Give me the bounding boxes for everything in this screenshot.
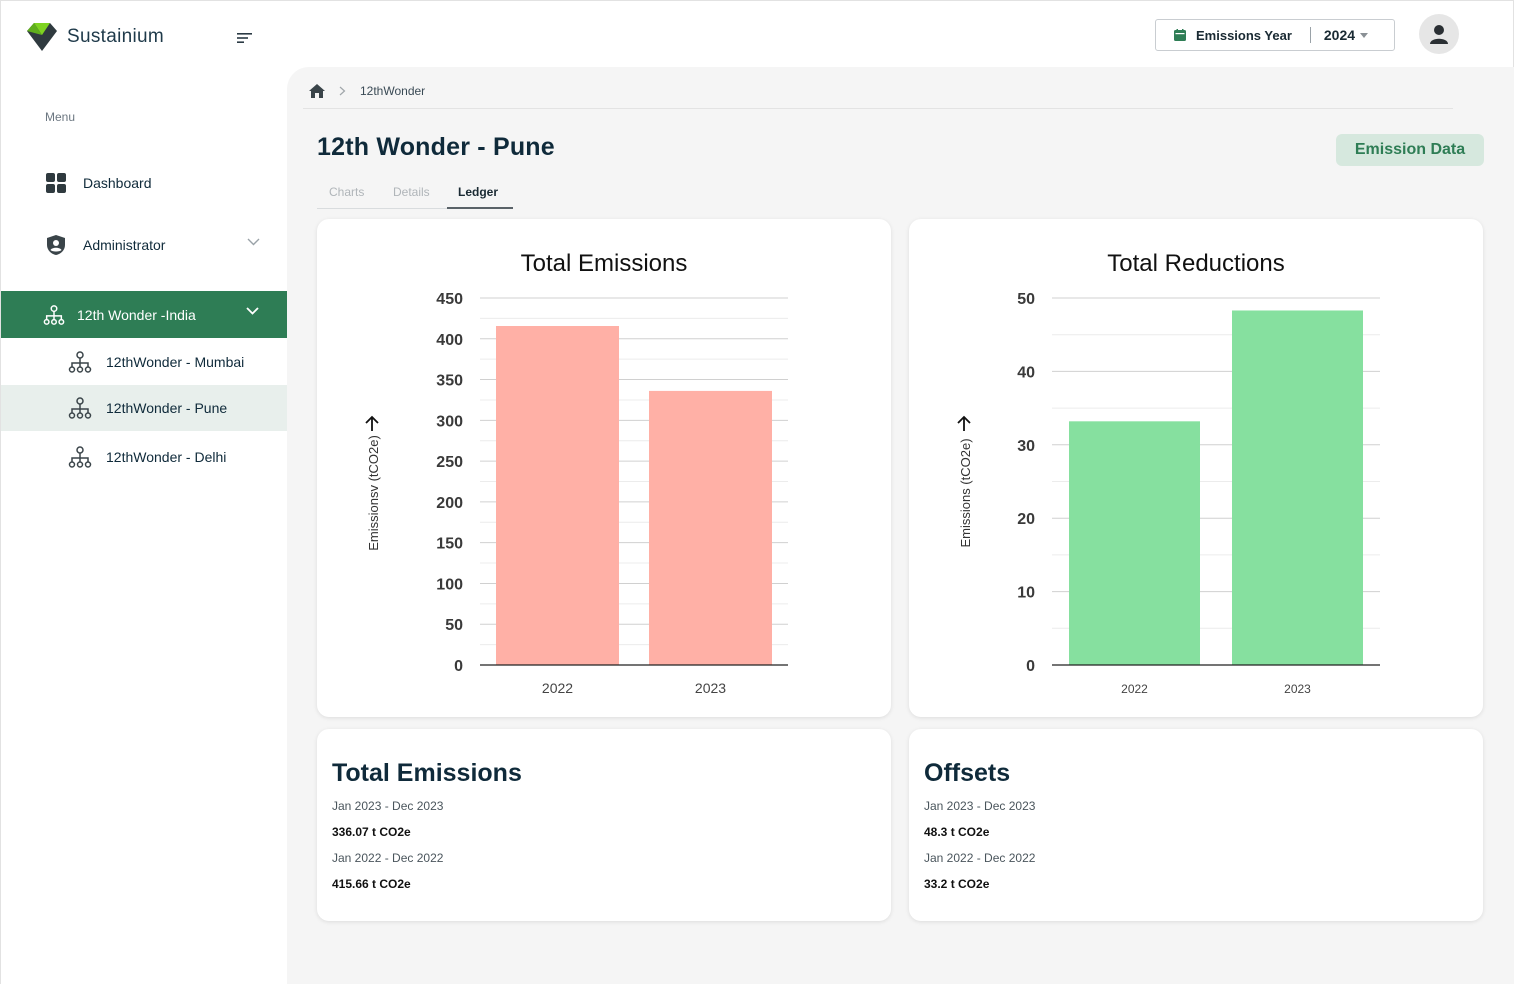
- period-label: Jan 2023 - Dec 2023: [924, 799, 1036, 813]
- y-tick-label: 40: [1017, 364, 1035, 381]
- grid-icon: [45, 172, 67, 194]
- hierarchy-icon: [68, 351, 92, 373]
- y-tick-label: 0: [454, 658, 463, 675]
- x-tick-label: 2022: [1121, 682, 1148, 696]
- tab-bar: Charts Details Ledger: [317, 179, 513, 209]
- arrow-up-icon: [957, 415, 971, 431]
- page-title: 12th Wonder - Pune: [317, 133, 555, 161]
- year-select-label: Emissions Year: [1196, 27, 1292, 43]
- card-title: Offsets: [924, 759, 1011, 787]
- period-label: Jan 2022 - Dec 2022: [332, 851, 444, 865]
- y-tick-label: 50: [1017, 291, 1035, 308]
- tab-details[interactable]: Details: [393, 185, 430, 199]
- sidebar-item-label: 12th Wonder -India: [77, 306, 196, 323]
- total-reductions-chart: Total Reductions 0 10 20 30 40 50 2022 2023 Emiss…: [957, 250, 1380, 696]
- y-tick-label: 100: [436, 576, 463, 593]
- y-tick-label: 300: [436, 413, 463, 430]
- card-title: Total Emissions: [332, 759, 522, 787]
- hierarchy-icon: [68, 446, 92, 468]
- bar-2023: [649, 390, 772, 665]
- tab-ledger[interactable]: Ledger: [458, 185, 498, 199]
- period-value: 336.07 t CO2e: [332, 825, 411, 839]
- y-axis-label: Emissionsv (tCO2e): [366, 435, 381, 551]
- home-icon[interactable]: [309, 84, 325, 98]
- y-tick-label: 50: [445, 617, 463, 634]
- sidebar-item-dashboard[interactable]: Dashboard: [1, 169, 287, 197]
- hierarchy-icon: [68, 397, 92, 419]
- y-tick-label: 400: [436, 332, 463, 349]
- total-reductions-chart-card: Total Reductions 0 10 20 30 40 50 2022 2023 Emiss…: [909, 219, 1483, 717]
- caret-down-icon: [1360, 32, 1369, 38]
- sidebar-item-label: Administrator: [83, 237, 166, 253]
- chevron-right-icon: [339, 86, 346, 96]
- main-content: 12thWonder 12th Wonder - Pune Emission D…: [287, 67, 1514, 984]
- chevron-down-icon: [247, 238, 260, 246]
- period-label: Jan 2022 - Dec 2022: [924, 851, 1036, 865]
- active-tab-indicator: [447, 207, 513, 209]
- sidebar-subitem-label: 12thWonder - Mumbai: [106, 354, 245, 370]
- y-tick-label: 350: [436, 373, 463, 390]
- menu-section-label: Menu: [45, 110, 76, 124]
- menu-toggle-icon[interactable]: [237, 32, 253, 44]
- sidebar-subitem-mumbai[interactable]: 12thWonder - Mumbai: [1, 339, 287, 385]
- y-tick-label: 150: [436, 536, 463, 553]
- app-window: Sustainium Menu Dashboard Administrator …: [0, 0, 1514, 985]
- y-tick-label: 0: [1026, 658, 1035, 675]
- period-label: Jan 2023 - Dec 2023: [332, 799, 444, 813]
- sidebar-subitem-label: 12thWonder - Delhi: [106, 449, 227, 465]
- period-value: 415.66 t CO2e: [332, 877, 411, 891]
- tab-charts[interactable]: Charts: [329, 185, 364, 199]
- calendar-icon: [1174, 29, 1186, 41]
- bar-2022: [1069, 421, 1200, 665]
- arrow-up-icon: [365, 415, 379, 431]
- logo[interactable]: Sustainium: [25, 21, 164, 53]
- x-tick-label: 2023: [1284, 682, 1311, 696]
- y-tick-label: 10: [1017, 585, 1035, 602]
- y-tick-label: 200: [436, 495, 463, 512]
- bar-2022: [496, 326, 619, 665]
- y-axis-label: Emissions (tCO2e): [958, 438, 973, 547]
- sidebar-item-label: Dashboard: [83, 175, 152, 191]
- hierarchy-icon: [43, 304, 65, 326]
- x-tick-label: 2022: [542, 680, 573, 696]
- chart-title: Total Reductions: [1107, 250, 1284, 277]
- user-icon: [1430, 25, 1448, 44]
- emission-data-button[interactable]: Emission Data: [1336, 134, 1484, 166]
- sidebar-subitem-label: 12thWonder - Pune: [106, 400, 228, 416]
- divider: [303, 108, 1453, 109]
- year-select-value: 2024: [1323, 27, 1356, 43]
- divider: [1309, 27, 1311, 43]
- chevron-down-icon: [246, 307, 259, 315]
- y-tick-label: 450: [436, 291, 463, 308]
- y-tick-label: 30: [1017, 438, 1035, 455]
- sidebar-subitem-delhi[interactable]: 12thWonder - Delhi: [1, 434, 287, 480]
- sidebar-item-administrator[interactable]: Administrator: [1, 231, 287, 259]
- sidebar-item-12th-wonder-india[interactable]: 12th Wonder -India: [1, 291, 287, 338]
- bar-2023: [1232, 310, 1363, 665]
- app-name: Sustainium: [67, 26, 164, 47]
- logo-icon: [27, 23, 57, 51]
- emissions-year-select[interactable]: Emissions Year 2024: [1155, 19, 1395, 51]
- y-tick-label: 250: [436, 454, 463, 471]
- period-value: 48.3 t CO2e: [924, 825, 990, 839]
- sidebar: Sustainium Menu Dashboard Administrator …: [1, 1, 287, 985]
- x-tick-label: 2023: [695, 680, 726, 696]
- y-tick-label: 20: [1017, 511, 1035, 528]
- period-value: 33.2 t CO2e: [924, 877, 990, 891]
- total-emissions-summary-card: Total Emissions Jan 2023 - Dec 2023 336.…: [317, 729, 891, 921]
- breadcrumb: 12thWonder: [309, 84, 425, 98]
- sidebar-subitem-pune[interactable]: 12thWonder - Pune: [1, 385, 287, 431]
- shield-user-icon: [45, 234, 67, 256]
- user-avatar[interactable]: [1419, 14, 1459, 54]
- chart-title: Total Emissions: [521, 250, 688, 277]
- total-emissions-chart-card: Total Emissions 0 50 100 150 200 250 300 350 400 4…: [317, 219, 891, 717]
- total-emissions-chart: Total Emissions 0 50 100 150 200 250 300 350 400 4…: [365, 250, 788, 696]
- breadcrumb-current: 12thWonder: [360, 84, 426, 98]
- offsets-summary-card: Offsets Jan 2023 - Dec 2023 48.3 t CO2e …: [909, 729, 1483, 921]
